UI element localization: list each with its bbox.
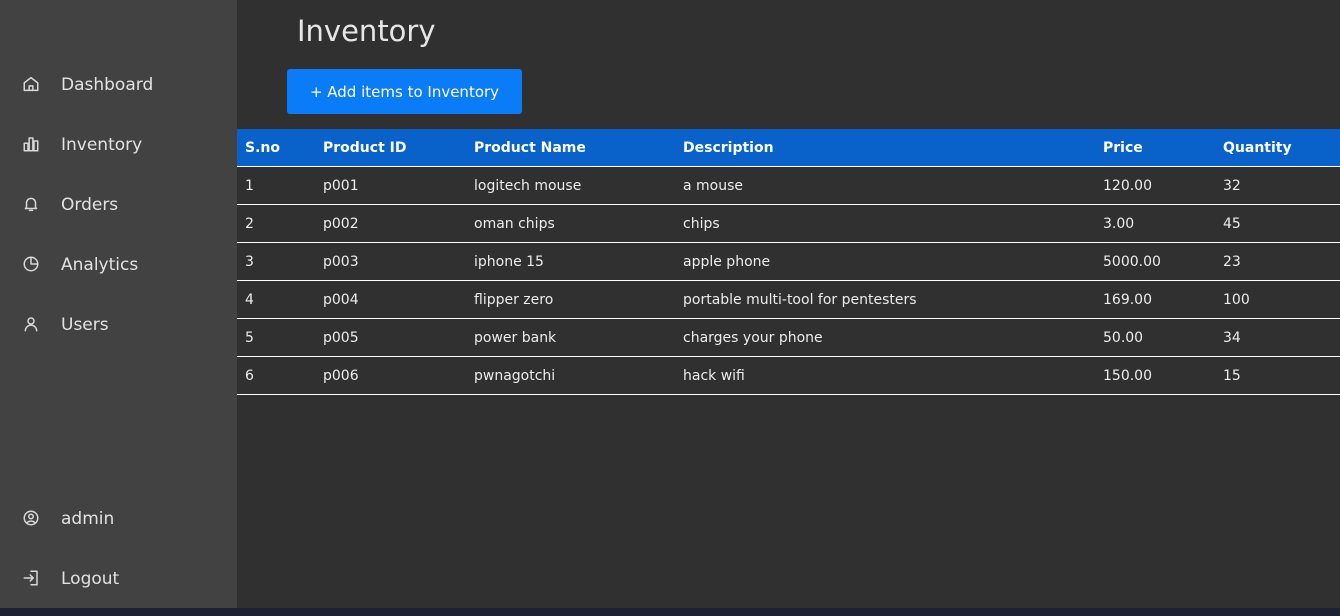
cell-product-name: power bank: [466, 318, 675, 357]
sidebar-item-label: Inventory: [61, 135, 143, 155]
cell-description: a mouse: [675, 166, 1095, 205]
cell-product-id: p006: [315, 356, 466, 395]
cell-product-name: pwnagotchi: [466, 356, 675, 395]
cell-quantity: 23: [1215, 242, 1340, 281]
sidebar-item-label: admin: [61, 509, 115, 529]
sidebar-item-label: Users: [61, 315, 109, 335]
sidebar-item-label: Analytics: [61, 255, 139, 275]
inventory-table: S.no Product ID Product Name Description…: [237, 129, 1340, 395]
logout-icon: [22, 569, 40, 587]
main-content: Inventory + Add items to Inventory S.no …: [237, 0, 1340, 608]
sidebar-item-orders[interactable]: Orders: [0, 183, 237, 227]
table-row[interactable]: 3 p003 iphone 15 apple phone 5000.00 23: [237, 242, 1340, 281]
sidebar-item-logout[interactable]: Logout: [0, 557, 237, 601]
table-row[interactable]: 5 p005 power bank charges your phone 50.…: [237, 318, 1340, 357]
table-row[interactable]: 2 p002 oman chips chips 3.00 45: [237, 204, 1340, 243]
cell-description: hack wifi: [675, 356, 1095, 395]
sidebar-item-label: Orders: [61, 195, 119, 215]
cell-sno: 1: [237, 166, 315, 205]
cell-quantity: 100: [1215, 280, 1340, 319]
table-row[interactable]: 4 p004 flipper zero portable multi-tool …: [237, 280, 1340, 319]
sidebar-item-label: Dashboard: [61, 75, 154, 95]
table-row[interactable]: 1 p001 logitech mouse a mouse 120.00 32: [237, 166, 1340, 205]
column-header-price: Price: [1095, 129, 1215, 167]
sidebar-item-admin[interactable]: admin: [0, 497, 237, 541]
sidebar-item-inventory[interactable]: Inventory: [0, 123, 237, 167]
cell-quantity: 34: [1215, 318, 1340, 357]
cell-description: chips: [675, 204, 1095, 243]
cell-product-name: iphone 15: [466, 242, 675, 281]
cell-quantity: 45: [1215, 204, 1340, 243]
cell-sno: 4: [237, 280, 315, 319]
cell-price: 50.00: [1095, 318, 1215, 357]
sidebar-item-analytics[interactable]: Analytics: [0, 243, 237, 287]
cell-product-name: logitech mouse: [466, 166, 675, 205]
cell-product-id: p001: [315, 166, 466, 205]
cell-sno: 6: [237, 356, 315, 395]
cell-product-id: p003: [315, 242, 466, 281]
sidebar-item-dashboard[interactable]: Dashboard: [0, 63, 237, 107]
cell-sno: 3: [237, 242, 315, 281]
cell-description: portable multi-tool for pentesters: [675, 280, 1095, 319]
user-circle-icon: [22, 509, 40, 527]
cell-price: 169.00: [1095, 280, 1215, 319]
cell-product-id: p005: [315, 318, 466, 357]
column-header-sno: S.no: [237, 129, 315, 167]
column-header-quantity: Quantity: [1215, 129, 1340, 167]
cell-sno: 2: [237, 204, 315, 243]
page-title: Inventory: [297, 14, 436, 48]
bar-chart-icon: [22, 135, 40, 153]
cell-price: 120.00: [1095, 166, 1215, 205]
cell-sno: 5: [237, 318, 315, 357]
desktop-background-strip: [0, 608, 1340, 616]
cell-quantity: 32: [1215, 166, 1340, 205]
cell-price: 3.00: [1095, 204, 1215, 243]
cell-quantity: 15: [1215, 356, 1340, 395]
cell-price: 150.00: [1095, 356, 1215, 395]
column-header-description: Description: [675, 129, 1095, 167]
user-icon: [22, 315, 40, 333]
sidebar-item-users[interactable]: Users: [0, 303, 237, 347]
cell-description: apple phone: [675, 242, 1095, 281]
column-header-product-name: Product Name: [466, 129, 675, 167]
pie-chart-icon: [22, 255, 40, 273]
sidebar-item-label: Logout: [61, 569, 120, 589]
bell-icon: [22, 195, 40, 213]
sidebar: Dashboard Inventory Orders Analytics Use…: [0, 0, 237, 608]
add-items-button[interactable]: + Add items to Inventory: [287, 69, 522, 114]
column-header-product-id: Product ID: [315, 129, 466, 167]
cell-product-name: oman chips: [466, 204, 675, 243]
cell-product-id: p002: [315, 204, 466, 243]
cell-product-name: flipper zero: [466, 280, 675, 319]
table-header-row: S.no Product ID Product Name Description…: [237, 129, 1340, 167]
home-icon: [22, 75, 40, 93]
cell-description: charges your phone: [675, 318, 1095, 357]
table-row[interactable]: 6 p006 pwnagotchi hack wifi 150.00 15: [237, 356, 1340, 395]
cell-product-id: p004: [315, 280, 466, 319]
cell-price: 5000.00: [1095, 242, 1215, 281]
